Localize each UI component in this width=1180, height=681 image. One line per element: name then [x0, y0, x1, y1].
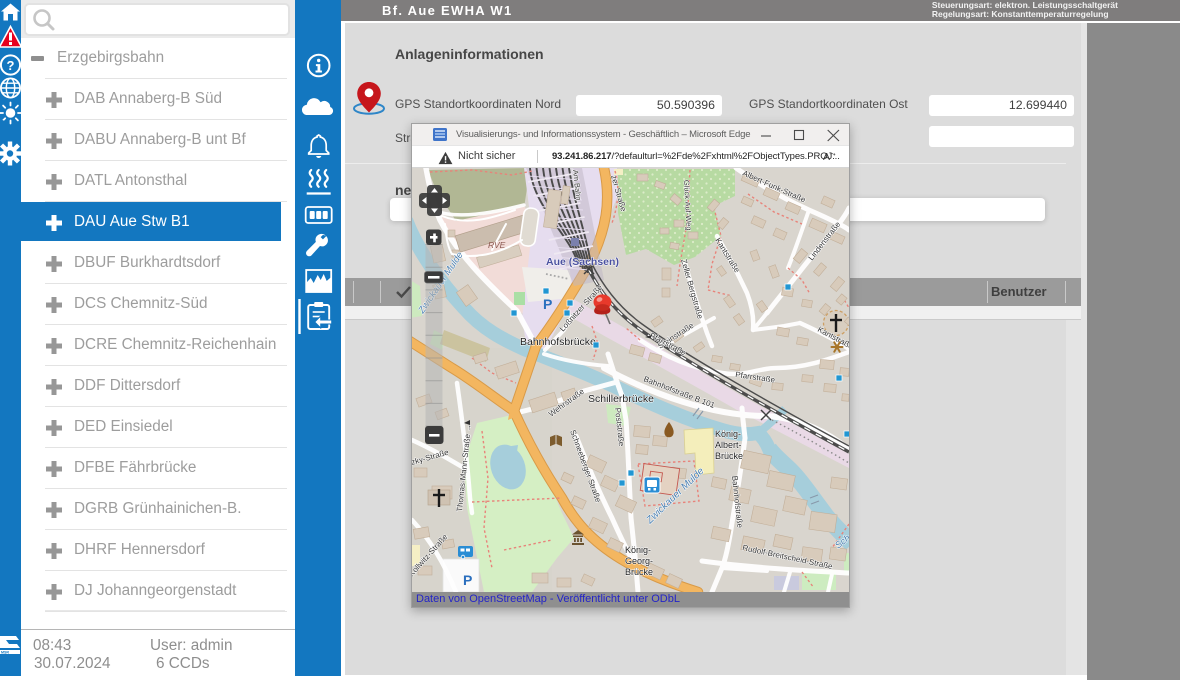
svg-text:P: P: [463, 572, 472, 588]
svg-text:König-: König-: [715, 429, 741, 439]
svg-text:Aue (Sachsen): Aue (Sachsen): [546, 256, 619, 268]
svg-text:König-: König-: [625, 545, 651, 555]
svg-text:MSR: MSR: [1, 651, 9, 655]
svg-text:Brücke: Brücke: [715, 451, 743, 461]
svg-text:Albert-: Albert-: [715, 440, 742, 450]
svg-text:Georg-: Georg-: [625, 556, 653, 566]
svg-text:?: ?: [7, 58, 15, 73]
svg-text:P: P: [543, 296, 552, 312]
svg-text:Bahnhofsbrücke: Bahnhofsbrücke: [520, 336, 596, 348]
svg-text:Brücke: Brücke: [625, 567, 653, 577]
svg-text:Schillerbrücke: Schillerbrücke: [588, 393, 654, 405]
svg-text:RVE: RVE: [488, 240, 506, 250]
